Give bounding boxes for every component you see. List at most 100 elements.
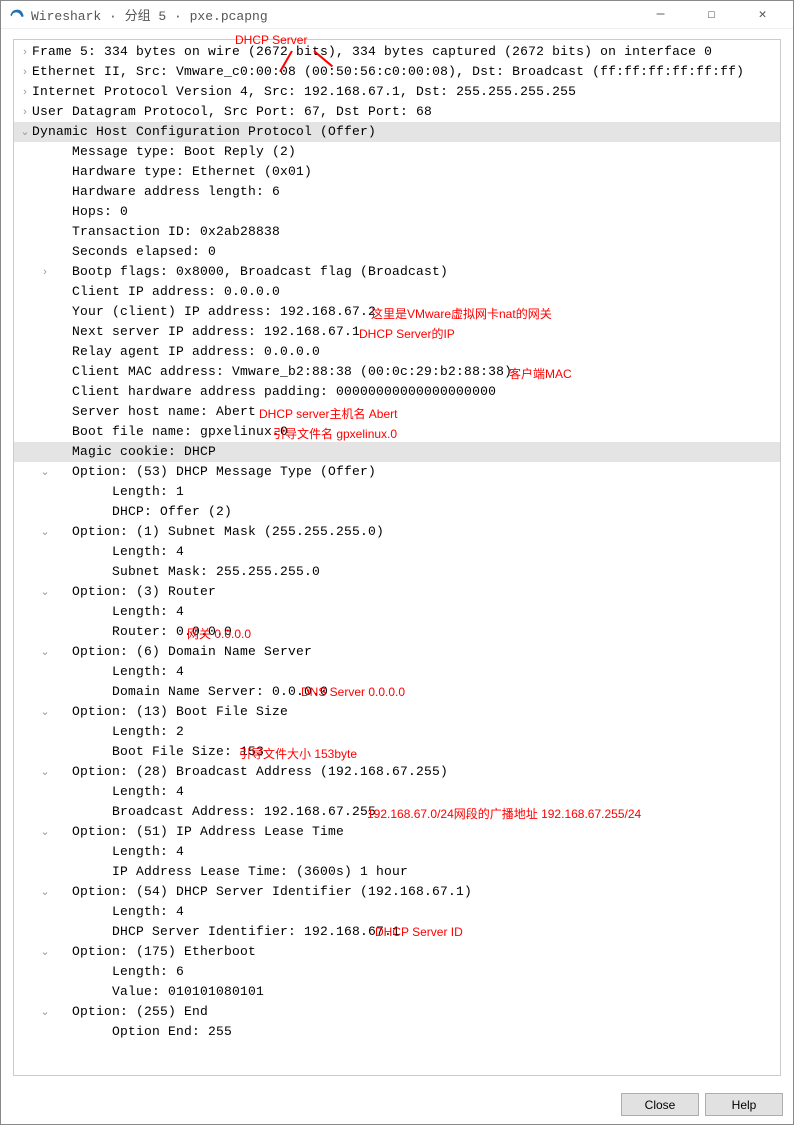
chevron-down-icon[interactable]: ⌄	[38, 1002, 52, 1022]
tree-row[interactable]: Domain Name Server: 0.0.0.0	[14, 682, 780, 702]
tree-row[interactable]: Value: 010101080101	[14, 982, 780, 1002]
tree-label: Length: 2	[72, 722, 184, 742]
chevron-down-icon[interactable]: ⌄	[38, 822, 52, 842]
tree-row[interactable]: DHCP: Offer (2)	[14, 502, 780, 522]
chevron-down-icon[interactable]: ⌄	[38, 702, 52, 722]
packet-details-pane[interactable]: ›Frame 5: 334 bytes on wire (2672 bits),…	[13, 39, 781, 1076]
tree-row[interactable]: ⌄Option: (13) Boot File Size	[14, 702, 780, 722]
tree-row[interactable]: Length: 4	[14, 662, 780, 682]
tree-label: Client IP address: 0.0.0.0	[52, 282, 280, 302]
tree-row[interactable]: Length: 6	[14, 962, 780, 982]
tree-row[interactable]: ⌄Option: (3) Router	[14, 582, 780, 602]
chevron-down-icon[interactable]: ⌄	[18, 122, 32, 142]
dialog-buttons: Close Help	[621, 1093, 783, 1116]
tree-row[interactable]: Length: 4	[14, 542, 780, 562]
tree-label: Bootp flags: 0x8000, Broadcast flag (Bro…	[52, 262, 448, 282]
tree-row[interactable]: DHCP Server Identifier: 192.168.67.1	[14, 922, 780, 942]
tree-label: Hardware address length: 6	[52, 182, 280, 202]
tree-label: Internet Protocol Version 4, Src: 192.16…	[32, 82, 576, 102]
chevron-right-icon[interactable]: ›	[38, 262, 52, 282]
tree-row[interactable]: Client IP address: 0.0.0.0	[14, 282, 780, 302]
tree-row[interactable]: Next server IP address: 192.168.67.1	[14, 322, 780, 342]
chevron-down-icon[interactable]: ⌄	[38, 642, 52, 662]
tree-row[interactable]: Subnet Mask: 255.255.255.0	[14, 562, 780, 582]
tree-label: Option End: 255	[72, 1022, 232, 1042]
tree-row[interactable]: Transaction ID: 0x2ab28838	[14, 222, 780, 242]
help-button[interactable]: Help	[705, 1093, 783, 1116]
tree-label: Domain Name Server: 0.0.0.0	[72, 682, 328, 702]
tree-label: Option: (3) Router	[52, 582, 216, 602]
tree-row[interactable]: Option End: 255	[14, 1022, 780, 1042]
minimize-button[interactable]: ─	[638, 1, 683, 29]
tree-row[interactable]: Your (client) IP address: 192.168.67.2	[14, 302, 780, 322]
tree-row[interactable]: ⌄Option: (28) Broadcast Address (192.168…	[14, 762, 780, 782]
tree-row[interactable]: Client MAC address: Vmware_b2:88:38 (00:…	[14, 362, 780, 382]
tree-label: Router: 0.0.0.0	[72, 622, 232, 642]
tree-label: Subnet Mask: 255.255.255.0	[72, 562, 320, 582]
chevron-down-icon[interactable]: ⌄	[38, 462, 52, 482]
tree-label: Option: (53) DHCP Message Type (Offer)	[52, 462, 376, 482]
tree-row[interactable]: IP Address Lease Time: (3600s) 1 hour	[14, 862, 780, 882]
tree-row[interactable]: Length: 1	[14, 482, 780, 502]
tree-label: Client hardware address padding: 0000000…	[52, 382, 496, 402]
tree-row[interactable]: ›Ethernet II, Src: Vmware_c0:00:08 (00:5…	[14, 62, 780, 82]
tree-row[interactable]: ⌄Option: (6) Domain Name Server	[14, 642, 780, 662]
tree-label: Hops: 0	[52, 202, 128, 222]
tree-row[interactable]: ⌄Option: (54) DHCP Server Identifier (19…	[14, 882, 780, 902]
tree-row[interactable]: ⌄Option: (51) IP Address Lease Time	[14, 822, 780, 842]
chevron-right-icon[interactable]: ›	[18, 82, 32, 102]
tree-row[interactable]: ⌄Option: (53) DHCP Message Type (Offer)	[14, 462, 780, 482]
tree-label: Boot File Size: 153	[72, 742, 264, 762]
chevron-down-icon[interactable]: ⌄	[38, 762, 52, 782]
tree-row[interactable]: Magic cookie: DHCP	[14, 442, 780, 462]
tree-row[interactable]: ›Bootp flags: 0x8000, Broadcast flag (Br…	[14, 262, 780, 282]
tree-row[interactable]: Server host name: Abert	[14, 402, 780, 422]
tree-label: Hardware type: Ethernet (0x01)	[52, 162, 312, 182]
tree-row[interactable]: Message type: Boot Reply (2)	[14, 142, 780, 162]
tree-row[interactable]: ⌄Option: (175) Etherboot	[14, 942, 780, 962]
close-window-button[interactable]: ✕	[740, 1, 785, 29]
tree-row[interactable]: ›User Datagram Protocol, Src Port: 67, D…	[14, 102, 780, 122]
tree-label: Option: (54) DHCP Server Identifier (192…	[52, 882, 472, 902]
tree-label: DHCP Server Identifier: 192.168.67.1	[72, 922, 400, 942]
tree-label: IP Address Lease Time: (3600s) 1 hour	[72, 862, 408, 882]
chevron-down-icon[interactable]: ⌄	[38, 582, 52, 602]
tree-row[interactable]: Boot file name: gpxelinux.0	[14, 422, 780, 442]
tree-row[interactable]: Relay agent IP address: 0.0.0.0	[14, 342, 780, 362]
tree-row[interactable]: ›Internet Protocol Version 4, Src: 192.1…	[14, 82, 780, 102]
tree-row[interactable]: ›Frame 5: 334 bytes on wire (2672 bits),…	[14, 42, 780, 62]
tree-row[interactable]: Router: 0.0.0.0	[14, 622, 780, 642]
tree-row[interactable]: Hardware type: Ethernet (0x01)	[14, 162, 780, 182]
tree-label: Option: (255) End	[52, 1002, 208, 1022]
tree-label: Option: (51) IP Address Lease Time	[52, 822, 344, 842]
tree-row[interactable]: Seconds elapsed: 0	[14, 242, 780, 262]
tree-row[interactable]: ⌄Option: (1) Subnet Mask (255.255.255.0)	[14, 522, 780, 542]
wireshark-icon	[9, 7, 25, 23]
chevron-down-icon[interactable]: ⌄	[38, 522, 52, 542]
chevron-down-icon[interactable]: ⌄	[38, 942, 52, 962]
tree-row[interactable]: Length: 4	[14, 782, 780, 802]
tree-row[interactable]: Hardware address length: 6	[14, 182, 780, 202]
tree-label: Length: 1	[72, 482, 184, 502]
close-button[interactable]: Close	[621, 1093, 699, 1116]
maximize-button[interactable]: ☐	[689, 1, 734, 29]
chevron-right-icon[interactable]: ›	[18, 102, 32, 122]
tree-label: Transaction ID: 0x2ab28838	[52, 222, 280, 242]
tree-row[interactable]: Client hardware address padding: 0000000…	[14, 382, 780, 402]
tree-row[interactable]: Length: 4	[14, 902, 780, 922]
tree-row[interactable]: Length: 4	[14, 602, 780, 622]
tree-row[interactable]: Hops: 0	[14, 202, 780, 222]
chevron-down-icon[interactable]: ⌄	[38, 882, 52, 902]
title-bar: Wireshark · 分组 5 · pxe.pcapng ─ ☐ ✕	[1, 1, 793, 29]
chevron-right-icon[interactable]: ›	[18, 62, 32, 82]
tree-row[interactable]: ⌄Dynamic Host Configuration Protocol (Of…	[14, 122, 780, 142]
tree-row[interactable]: Boot File Size: 153	[14, 742, 780, 762]
tree-label: Next server IP address: 192.168.67.1	[52, 322, 360, 342]
tree-row[interactable]: Length: 4	[14, 842, 780, 862]
tree-row[interactable]: ⌄Option: (255) End	[14, 1002, 780, 1022]
tree-label: Length: 4	[72, 662, 184, 682]
tree-row[interactable]: Broadcast Address: 192.168.67.255	[14, 802, 780, 822]
tree-label: Seconds elapsed: 0	[52, 242, 216, 262]
tree-row[interactable]: Length: 2	[14, 722, 780, 742]
chevron-right-icon[interactable]: ›	[18, 42, 32, 62]
